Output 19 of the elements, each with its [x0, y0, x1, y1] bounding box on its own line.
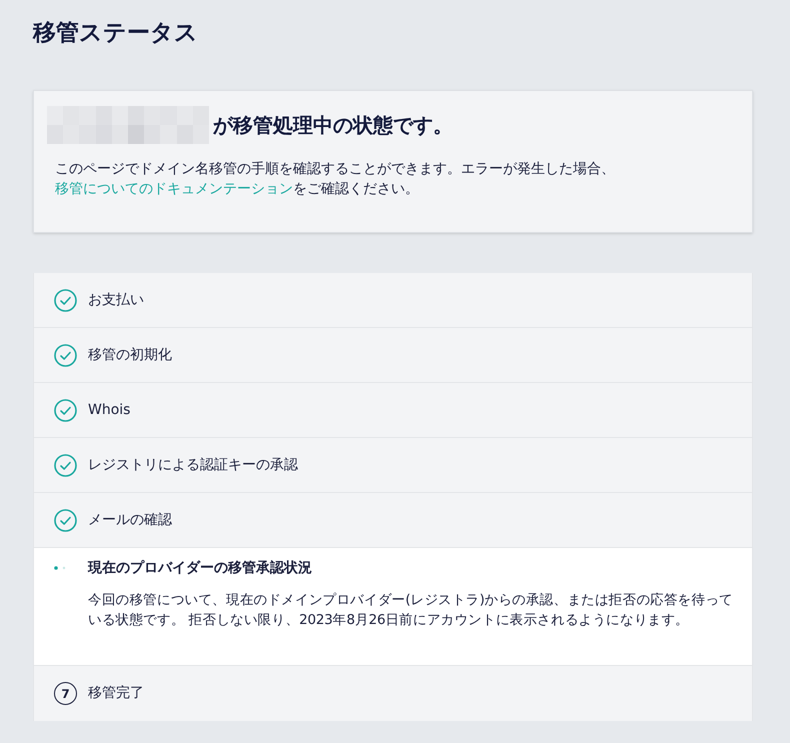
status-heading: が移管処理中の状態です。	[213, 112, 453, 139]
check-circle-icon	[54, 454, 77, 476]
step-label: Whois	[88, 400, 130, 420]
step-label: お支払い	[88, 290, 144, 310]
step-description: 今回の移管について、現在のドメインプロバイダー(レジストラ)からの承認、または拒否の応答を待っている状態です。 拒否しない限り、2023年8月26日前にアカウントに表示されるようになります。	[88, 591, 734, 630]
page-title: 移管ステータス	[33, 19, 198, 48]
check-circle-icon	[54, 508, 77, 532]
check-circle-icon	[54, 288, 77, 312]
check-circle-icon	[54, 344, 77, 366]
step-number: 7	[54, 682, 77, 705]
step-label: 移管完了	[88, 684, 144, 703]
documentation-link[interactable]: 移管についてのドキュメンテーション	[55, 181, 293, 197]
step-label: レジストリによる認証キーの承認	[88, 456, 298, 474]
step-label: メールの確認	[88, 510, 172, 530]
step-label: 移管の初期化	[88, 346, 172, 364]
status-description: このページでドメイン名移管の手順を確認することができます。エラーが発生した場合、 移管についてのドキュメンテーションをご確認ください。	[54, 160, 616, 199]
loading-dots-icon	[54, 566, 66, 570]
step-label: 現在のプロバイダーの移管承認状況	[88, 558, 312, 578]
check-circle-icon	[54, 398, 77, 422]
